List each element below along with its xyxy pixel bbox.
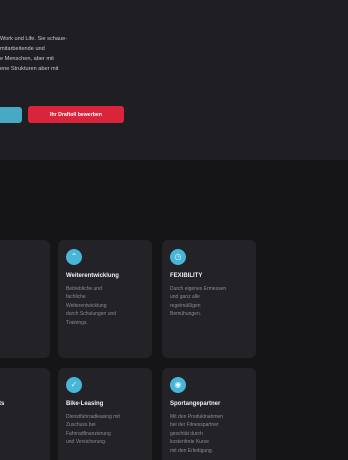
- apply-button[interactable]: Ihr Draftoll bewerben: [28, 106, 124, 123]
- card-title: Bike-Leasing: [66, 401, 104, 407]
- card-title: ents: [0, 401, 5, 407]
- benefit-card-weiterentwicklung: ⌃ Weiterentwicklung Betriebliche und fac…: [58, 240, 152, 358]
- hero-line: e Menschen, aber mit: [0, 56, 54, 62]
- card-description: Mit den Produktnahmen bei der Fitnesspar…: [170, 414, 224, 454]
- hero-line: mitarbeitende und: [0, 46, 45, 52]
- hero-section: Work und Life. Sie schaue- mitarbeitende…: [0, 0, 348, 160]
- growth-icon: ⌃: [66, 249, 82, 265]
- clock-icon: ◷: [170, 249, 186, 265]
- benefit-card: [0, 240, 50, 358]
- benefit-card-flexibility: ◷ FEXIBILITY Durch eigenes Ermessen und …: [162, 240, 256, 358]
- sport-icon: ◉: [170, 377, 186, 393]
- card-description: Dienstfahrradleasing mit Zuschuss bei Fa…: [66, 414, 120, 446]
- benefit-card-sport: ◉ Sportangepartner Mit den Produktnahmen…: [162, 368, 256, 460]
- card-title: Sportangepartner: [170, 401, 221, 407]
- hero-line: Work und Life. Sie schaue-: [0, 36, 68, 42]
- card-description: Betriebliche und fachliche Weiterentwick…: [66, 286, 117, 326]
- benefit-card: ents: [0, 368, 50, 460]
- secondary-button[interactable]: [0, 107, 22, 123]
- hero-description: Work und Life. Sie schaue- mitarbeitende…: [0, 34, 120, 74]
- card-title: Weiterentwicklung: [66, 273, 119, 279]
- benefit-card-bike-leasing: ✓ Bike-Leasing Dienstfahrradleasing mit …: [58, 368, 152, 460]
- bike-icon: ✓: [66, 377, 82, 393]
- card-description: Durch eigenes Ermessen und ganz alle reg…: [170, 286, 227, 318]
- hero-line: ene Strukturen aber mit: [0, 66, 59, 72]
- card-title: FEXIBILITY: [170, 273, 203, 279]
